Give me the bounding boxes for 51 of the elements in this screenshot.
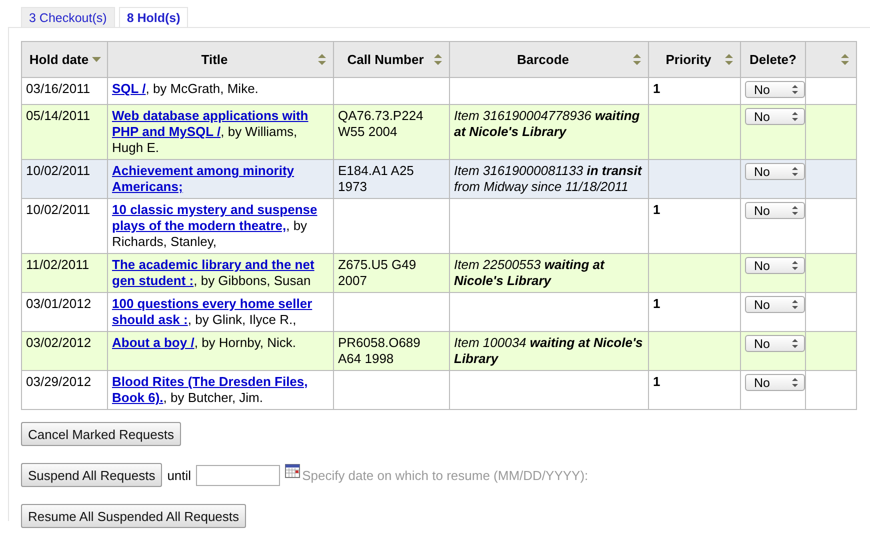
- up-down-arrows-icon: [792, 167, 798, 176]
- sort-icon[interactable]: [317, 54, 327, 65]
- delete-select[interactable]: No: [745, 257, 805, 274]
- hold-date: 03/29/2012: [26, 374, 92, 389]
- hold-date: 03/16/2011: [26, 81, 90, 96]
- call-number: Z675.U5 G49 2007: [338, 257, 416, 288]
- sort-down-icon[interactable]: [92, 57, 101, 62]
- resume-all-suspended-requests-button[interactable]: Resume All Suspended All Requests: [21, 504, 246, 528]
- calendar-icon[interactable]: [285, 464, 300, 478]
- tab[interactable]: 3 Checkout(s): [21, 7, 115, 27]
- priority: 1: [653, 202, 660, 217]
- hold-date: 11/02/2011: [26, 257, 90, 272]
- hold-date: 03/02/2012: [26, 335, 92, 350]
- up-down-arrows-icon: [792, 261, 798, 270]
- delete-select[interactable]: No: [745, 81, 805, 98]
- hold-date: 10/02/2011: [26, 163, 90, 178]
- tab[interactable]: 8 Hold(s): [118, 7, 188, 27]
- call-number: QA76.73.P224 W55 2004: [338, 108, 424, 139]
- call-number: E184.A1 A25 1973: [338, 163, 414, 194]
- sort-icon[interactable]: [724, 54, 734, 65]
- delete-select[interactable]: No: [745, 163, 805, 180]
- hold-date: 05/14/2011: [26, 108, 90, 123]
- delete-select[interactable]: No: [745, 202, 805, 219]
- date-hint: Specify date on which to resume (MM/DD/YYYY):: [302, 468, 588, 482]
- sort-icon[interactable]: [632, 54, 642, 65]
- barcode-status: Item 22500553 waiting at Nicole's Library: [454, 257, 604, 288]
- priority: 1: [653, 81, 660, 96]
- priority: 1: [653, 296, 660, 311]
- hold-date: 10/02/2011: [26, 202, 90, 217]
- delete-select[interactable]: No: [745, 296, 805, 313]
- delete-select[interactable]: No: [745, 374, 805, 391]
- up-down-arrows-icon: [792, 339, 798, 348]
- priority: 1: [653, 374, 660, 389]
- sort-icon[interactable]: [840, 54, 850, 65]
- barcode-status: Item 31619000081133 in transit from Midway since 11/18/2011: [454, 163, 642, 194]
- sort-icon[interactable]: [433, 54, 443, 65]
- delete-select[interactable]: No: [745, 108, 805, 125]
- call-number: PR6058.O689 A64 1998: [338, 335, 420, 366]
- up-down-arrows-icon: [792, 112, 798, 121]
- barcode-status: Item 316190004778936 waiting at Nicole's Library: [454, 108, 640, 139]
- cancel-marked-requests-button[interactable]: Cancel Marked Requests: [21, 422, 181, 446]
- up-down-arrows-icon: [792, 300, 798, 309]
- up-down-arrows-icon: [792, 378, 798, 387]
- delete-select[interactable]: No: [745, 335, 805, 352]
- up-down-arrows-icon: [792, 85, 798, 94]
- barcode-status: Item 100034 waiting at Nicole's Library: [454, 335, 643, 366]
- suspend-all-requests-button[interactable]: Suspend All Requests: [21, 463, 162, 487]
- up-down-arrows-icon: [792, 206, 798, 215]
- hold-date: 03/01/2012: [26, 296, 92, 311]
- until-label: until: [167, 468, 192, 482]
- date-field[interactable]: [196, 464, 280, 486]
